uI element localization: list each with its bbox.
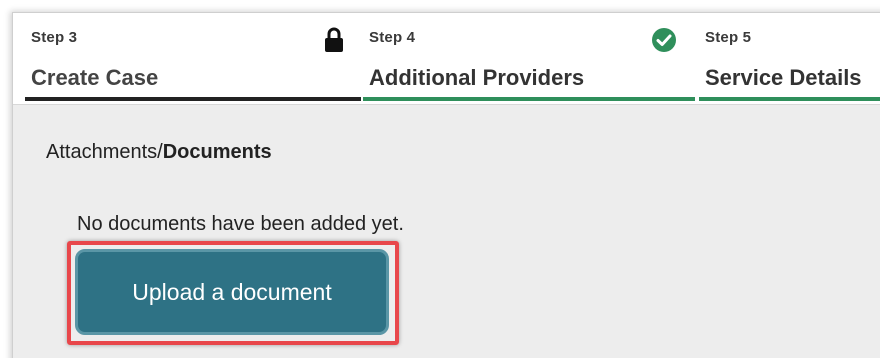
lock-icon: [323, 27, 345, 58]
step-title: Create Case: [31, 65, 159, 90]
step-3-create-case[interactable]: Step 3 Create Case: [25, 13, 361, 105]
step-number: Step 5: [705, 29, 752, 46]
check-circle-icon: [651, 27, 677, 58]
step-number: Step 3: [31, 29, 78, 46]
step-4-additional-providers[interactable]: Step 4 Additional Providers: [363, 13, 695, 105]
section-title-bold: Documents: [162, 141, 272, 163]
step-indicator-bar: [699, 97, 880, 101]
step-indicator-bar: [25, 97, 361, 101]
step-indicator-bar: [363, 97, 695, 101]
case-wizard-panel: Step 3 Create Case Step 4 Additional Pro…: [12, 12, 880, 358]
step-5-service-details[interactable]: Step 5 Service Details: [699, 13, 880, 105]
section-title-prefix: Attachments/: [46, 141, 163, 163]
step-number: Step 4: [369, 29, 416, 46]
step-title: Service Details: [705, 65, 862, 90]
step-title: Additional Providers: [369, 65, 585, 90]
upload-document-button[interactable]: Upload a document: [75, 249, 389, 335]
section-title: Attachments/Documents: [46, 141, 272, 164]
step-progress-bar: Step 3 Create Case Step 4 Additional Pro…: [13, 13, 880, 105]
empty-documents-message: No documents have been added yet.: [77, 213, 404, 235]
